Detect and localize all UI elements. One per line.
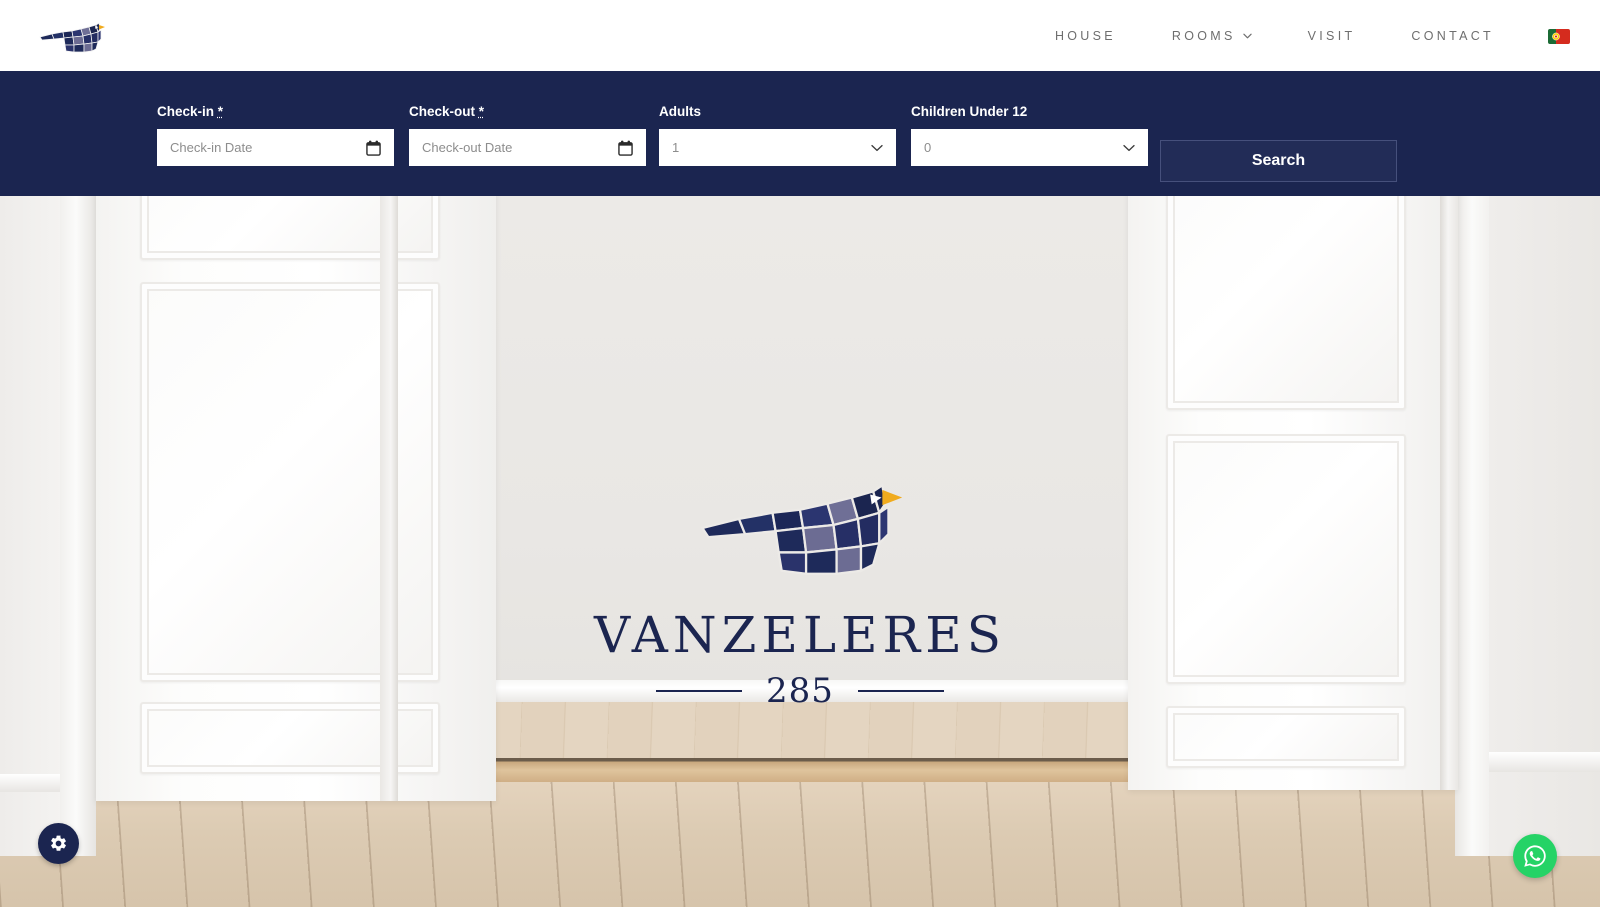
checkout-input[interactable]: Check-out Date [409,129,646,166]
children-select[interactable]: 0 [911,129,1148,166]
site-logo[interactable] [36,14,108,58]
nav-item-rooms[interactable]: ROOMS [1144,29,1280,43]
search-button[interactable]: Search [1160,140,1397,182]
checkin-field-group: Check-in * Check-in Date [157,104,394,166]
checkin-required-mark: * [217,104,224,119]
checkout-label: Check-out * [409,104,646,120]
nav-label-rooms: ROOMS [1171,28,1236,43]
mosaic-bird-logo-icon [700,483,903,576]
nav-label-contact: CONTACT [1411,28,1494,43]
door-panel [1166,196,1406,410]
hero-brand-lockup: VANZELERES 285 [0,464,1600,708]
hero-brand-number-row: 285 [656,674,944,708]
checkout-placeholder: Check-out Date [422,140,513,155]
adults-label: Adults [659,104,701,119]
chevron-down-icon[interactable] [871,144,883,152]
page-root: HOUSE ROOMS VISIT CONTACT Check-in * Che… [0,0,1600,907]
children-label: Children Under 12 [911,104,1028,119]
nav-item-visit[interactable]: VISIT [1280,29,1384,43]
calendar-icon[interactable] [618,140,633,156]
booking-bar-inner: Check-in * Check-in Date Check-out * Che… [157,71,1447,196]
mosaic-bird-logo-icon [39,22,105,53]
children-field-group: Children Under 12 0 [911,104,1148,166]
whatsapp-button[interactable] [1513,834,1557,878]
adults-select[interactable]: 1 [659,129,896,166]
checkin-placeholder: Check-in Date [170,140,253,155]
door-panel [1166,706,1406,768]
children-value: 0 [924,140,932,155]
checkin-label-text: Check-in [157,104,215,119]
hero-brand-number: 285 [766,671,834,711]
nav-label-house: HOUSE [1054,28,1116,43]
checkout-required-mark: * [478,104,485,119]
calendar-icon[interactable] [366,140,381,156]
checkout-label-text: Check-out [409,104,476,119]
checkout-field-group: Check-out * Check-out Date [409,104,646,166]
portugal-flag-icon[interactable] [1548,29,1570,44]
hero-left-wall-baseboard [0,774,62,792]
hero-brand-title: VANZELERES [594,606,1006,664]
chevron-down-icon[interactable] [1123,144,1135,152]
checkin-input[interactable]: Check-in Date [157,129,394,166]
main-nav: HOUSE ROOMS VISIT CONTACT [1027,0,1600,71]
nav-item-house[interactable]: HOUSE [1027,29,1144,43]
gear-icon [51,835,66,851]
site-header: HOUSE ROOMS VISIT CONTACT [0,0,1600,71]
nav-label-visit: VISIT [1307,28,1356,43]
booking-bar: Check-in * Check-in Date Check-out * Che… [0,71,1600,196]
hero-right-wall-baseboard [1489,752,1600,772]
hero-rule-right [857,690,944,692]
adults-value: 1 [672,140,680,155]
whatsapp-icon [1524,845,1546,867]
hero-rule-left [656,690,743,692]
cookie-settings-button[interactable] [38,823,79,864]
chevron-down-icon [1242,33,1252,39]
nav-item-contact[interactable]: CONTACT [1383,29,1522,43]
hero-section: VANZELERES 285 [0,196,1600,907]
checkin-label: Check-in * [157,104,394,120]
adults-field-group: Adults 1 [659,104,896,166]
